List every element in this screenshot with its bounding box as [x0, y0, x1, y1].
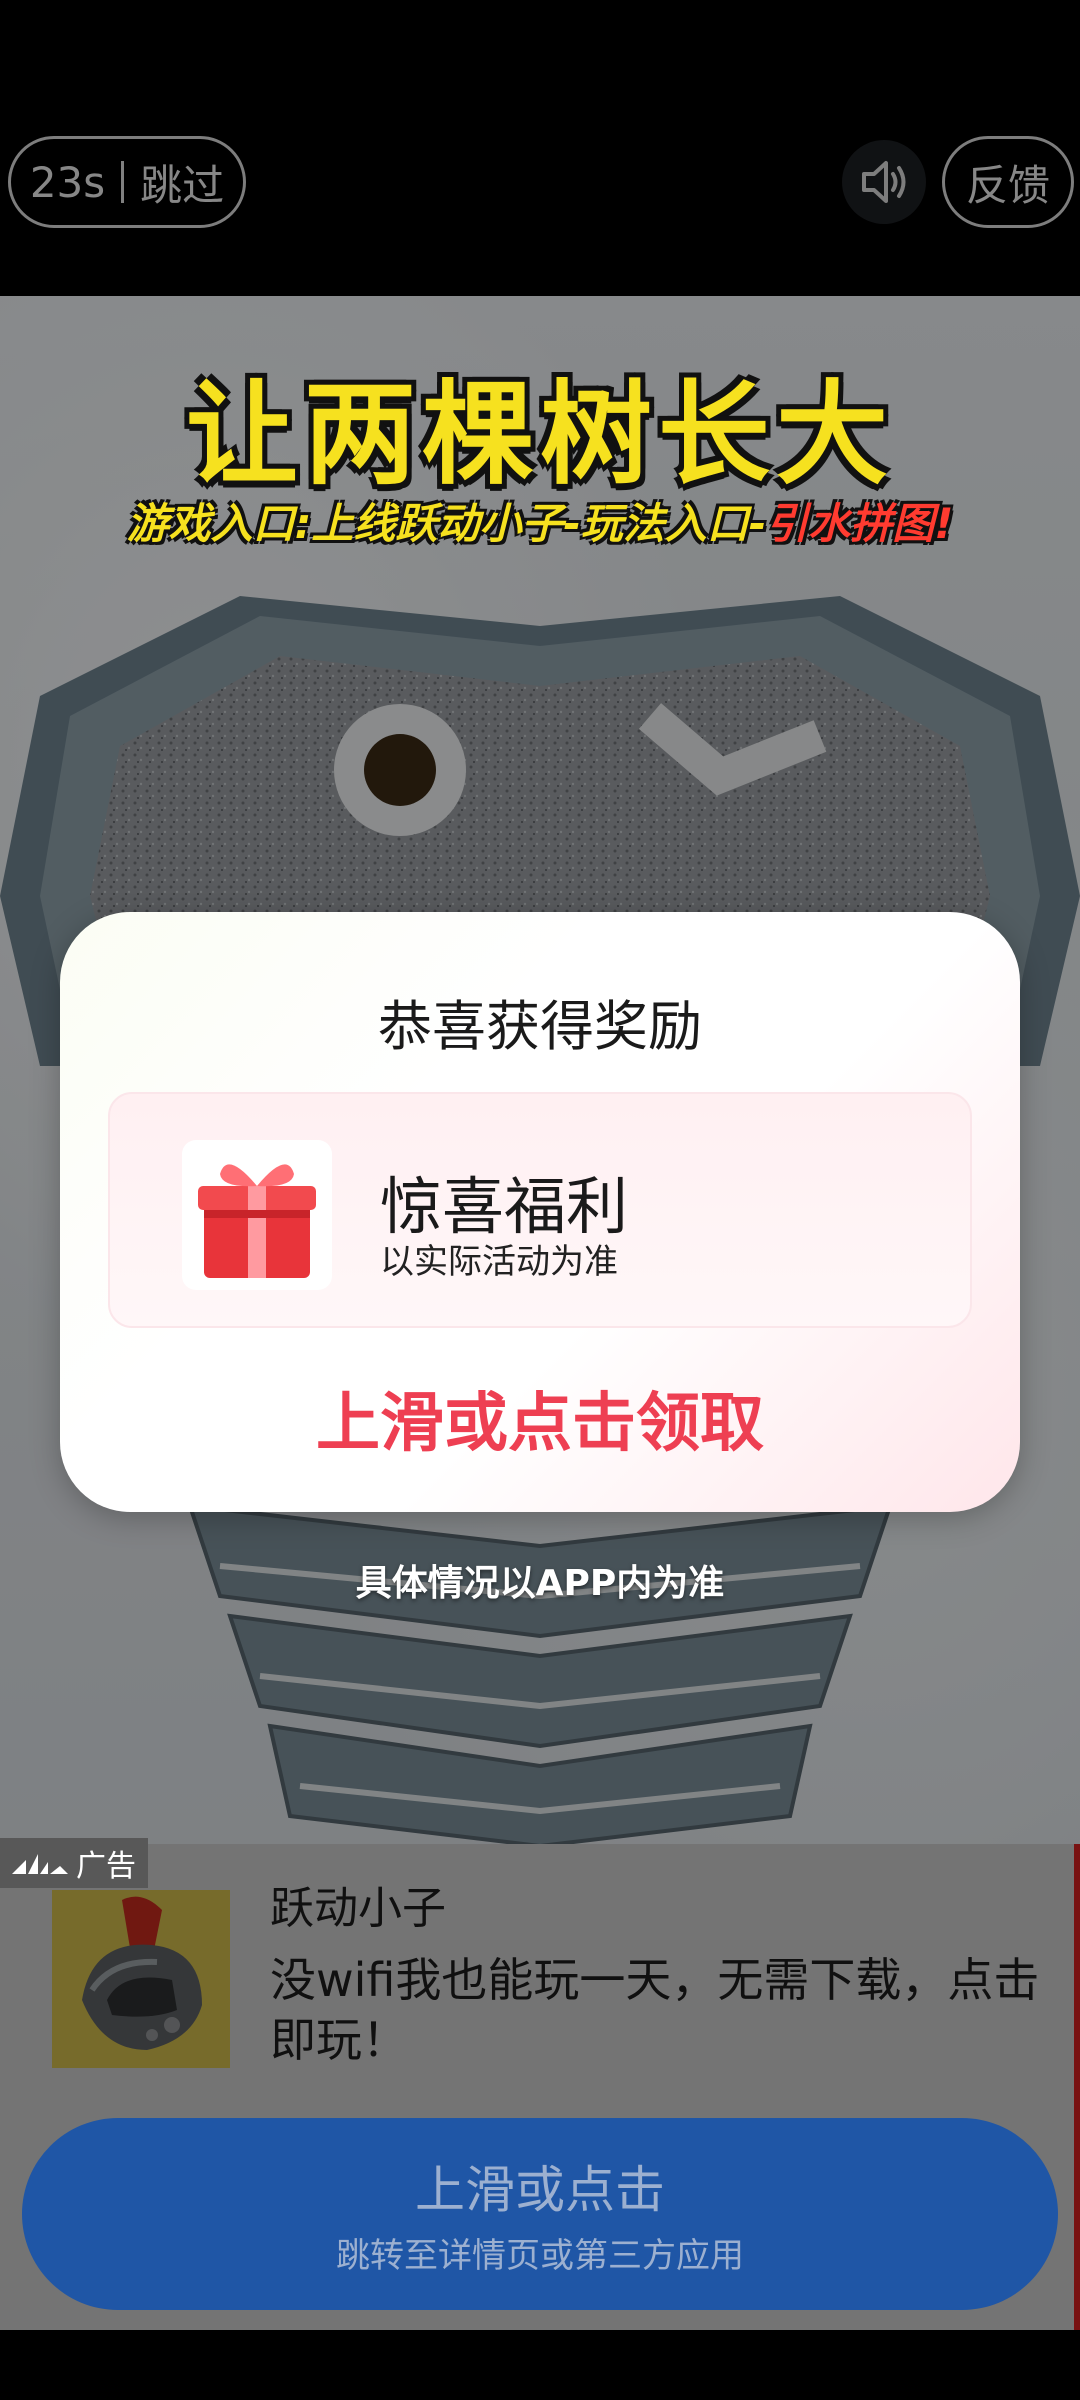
reward-note: 以实际活动为准	[380, 1242, 618, 1282]
skip-label: 跳过	[140, 160, 225, 210]
gift-icon	[198, 1164, 316, 1278]
right-edge-strip	[1074, 1844, 1080, 2330]
bottom-bar	[0, 2330, 1080, 2400]
reward-modal[interactable]: 恭喜获得奖励 惊喜福利 以实际活动为准 上滑或点击领取	[60, 912, 1020, 1512]
app-disclaimer: 具体情况以APP内为准	[355, 1563, 725, 1604]
signal-icon	[12, 1854, 68, 1874]
reward-card[interactable]: 惊喜福利 以实际活动为准	[108, 1092, 972, 1328]
cta-button[interactable]: 上滑或点击 跳转至详情页或第三方应用	[22, 2118, 1058, 2310]
ad-description: 没wifi我也能玩一天，无需下载，点击即玩！	[270, 1953, 1040, 2067]
feedback-label: 反馈	[965, 160, 1050, 210]
feedback-button[interactable]: 反馈	[942, 136, 1074, 228]
countdown-text: 23s	[29, 157, 106, 207]
skip-button[interactable]: 23s 跳过	[8, 136, 246, 228]
helmet-icon	[52, 1890, 230, 2068]
ad-tag: 广告	[0, 1838, 148, 1888]
cta-main-label: 上滑或点击	[415, 2161, 665, 2219]
game-subtitle-highlight: 引水拼图!	[766, 499, 954, 548]
volume-icon	[862, 161, 906, 203]
ad-app-name: 跃动小子	[270, 1883, 446, 1934]
gift-thumbnail	[182, 1140, 332, 1290]
sound-toggle[interactable]	[842, 140, 926, 224]
game-subtitle-main: 游戏入口:上线跃动小子-玩法入口-	[126, 499, 767, 548]
cta-sub-label: 跳转至详情页或第三方应用	[336, 2236, 744, 2276]
reward-name: 惊喜福利	[380, 1170, 629, 1243]
separator	[121, 161, 125, 203]
game-subtitle: 游戏入口:上线跃动小子-玩法入口-引水拼图!	[0, 490, 1080, 551]
modal-title: 恭喜获得奖励	[378, 995, 702, 1058]
claim-button[interactable]: 上滑或点击领取	[60, 1372, 1020, 1464]
ad-tag-label: 广告	[76, 1849, 136, 1884]
game-title: 让两棵树长大	[186, 370, 894, 500]
app-icon[interactable]	[52, 1890, 230, 2068]
